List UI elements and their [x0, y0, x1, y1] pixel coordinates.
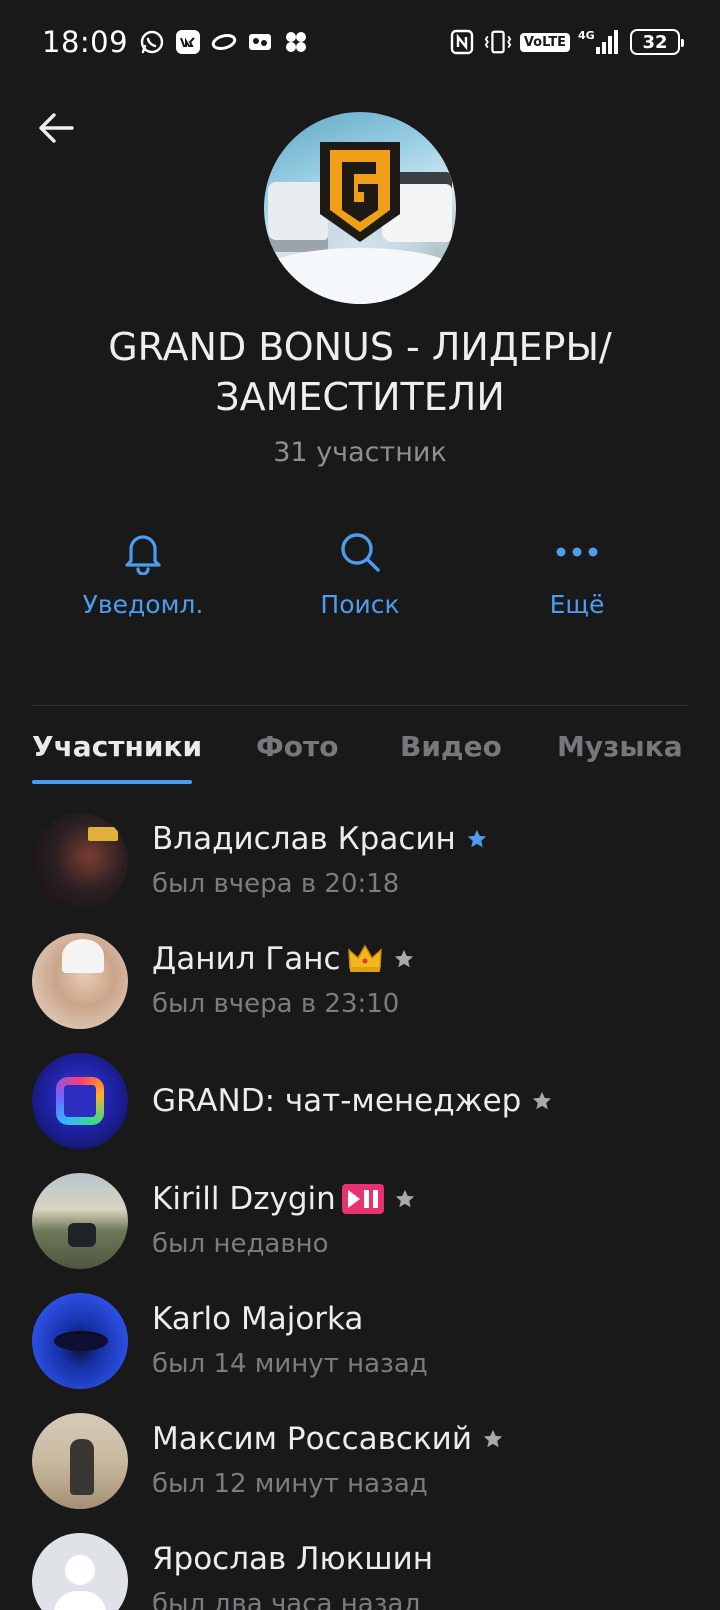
- member-name-text: Данил Ганс: [152, 941, 341, 977]
- admin-star-icon: [394, 1188, 416, 1210]
- member-name: Владислав Красин: [152, 821, 488, 857]
- member-name: Karlo Majorka: [152, 1301, 363, 1337]
- status-time: 18:09: [42, 25, 129, 59]
- member-status: был вчера в 23:10: [152, 989, 400, 1019]
- action-bar: Уведомл. Поиск Ещё: [0, 524, 720, 634]
- list-item[interactable]: Максим Россавский был 12 минут назад: [0, 1413, 720, 1523]
- avatar-snow: [264, 248, 456, 304]
- photo-app-icon: [246, 28, 274, 56]
- member-status: был 14 минут назад: [152, 1349, 428, 1379]
- member-status: был недавно: [152, 1229, 329, 1259]
- vk-icon: [174, 28, 202, 56]
- member-name: GRAND: чат-менеджер: [152, 1083, 553, 1119]
- status-bar: 18:09 VoLTE 4G 32: [0, 0, 720, 84]
- admin-star-icon: [531, 1090, 553, 1112]
- tab-music[interactable]: Музыка: [557, 730, 683, 763]
- avatar: [32, 933, 128, 1029]
- status-system-icons: VoLTE 4G 32: [448, 28, 684, 56]
- member-name-text: Ярослав Люкшин: [152, 1541, 434, 1577]
- grand-logo-icon: [320, 142, 400, 242]
- member-name-text: Karlo Majorka: [152, 1301, 364, 1337]
- battery-level: 32: [642, 31, 668, 53]
- signal-icon: 4G: [578, 28, 622, 56]
- avatar: [32, 1293, 128, 1389]
- tab-photo[interactable]: Фото: [256, 730, 338, 763]
- notifications-label: Уведомл.: [82, 590, 204, 619]
- back-button[interactable]: [34, 106, 78, 150]
- tab-video[interactable]: Видео: [400, 730, 502, 763]
- member-name: Kirill Dzygin: [152, 1181, 416, 1217]
- search-label: Поиск: [320, 590, 400, 619]
- admin-star-icon: [482, 1428, 504, 1450]
- more-button[interactable]: Ещё: [477, 524, 677, 619]
- svg-text:4G: 4G: [578, 29, 595, 42]
- member-status: был вчера в 20:18: [152, 869, 400, 899]
- tab-members[interactable]: Участники: [32, 730, 202, 763]
- list-item[interactable]: Владислав Красин был вчера в 20:18: [0, 813, 720, 923]
- divider: [32, 705, 688, 706]
- group-avatar[interactable]: [264, 112, 456, 304]
- avatar-placeholder: [32, 1533, 128, 1610]
- whatsapp-icon: [138, 28, 166, 56]
- vibrate-icon: [484, 28, 512, 56]
- nfc-icon: [448, 28, 476, 56]
- list-item[interactable]: Данил Ганс был вчера в 23:10: [0, 933, 720, 1043]
- admin-star-icon: [466, 828, 488, 850]
- avatar: [32, 1173, 128, 1269]
- members-count: 31 участник: [273, 437, 447, 468]
- arrow-left-icon: [39, 113, 74, 143]
- member-name: Ярослав Люкшин: [152, 1541, 433, 1577]
- search-button[interactable]: Поиск: [260, 524, 460, 619]
- member-name-text: Kirill Dzygin: [152, 1181, 336, 1217]
- member-name-text: GRAND: чат-менеджер: [152, 1083, 522, 1119]
- list-item[interactable]: Karlo Majorka был 14 минут назад: [0, 1293, 720, 1403]
- bell-icon: [43, 524, 243, 580]
- tab-bar: Участники Фото Видео Музыка: [0, 730, 720, 784]
- member-status: был два часа назад: [152, 1589, 422, 1610]
- tab-indicator: [32, 780, 192, 784]
- member-name: Максим Россавский: [152, 1421, 504, 1457]
- avatar: [32, 1413, 128, 1509]
- admin-star-icon: [393, 948, 415, 970]
- search-icon: [260, 524, 460, 580]
- play-pause-emoji-icon: [341, 1184, 384, 1214]
- member-status: был 12 минут назад: [152, 1469, 428, 1499]
- battery-indicator: 32: [630, 29, 684, 55]
- notifications-button[interactable]: Уведомл.: [43, 524, 243, 619]
- list-item[interactable]: Ярослав Люкшин был два часа назад: [0, 1533, 720, 1610]
- crown-emoji-icon: [347, 944, 383, 974]
- clover-icon: [282, 28, 310, 56]
- status-app-icons: [138, 28, 310, 56]
- more-icon: [477, 524, 677, 580]
- member-name: Данил Ганс: [152, 941, 415, 977]
- group-title: GRAND BONUS - ЛИДЕРЫ/ ЗАМЕСТИТЕЛИ: [108, 325, 612, 419]
- member-name-text: Владислав Красин: [152, 821, 456, 857]
- member-name-text: Максим Россавский: [152, 1421, 472, 1457]
- volte-badge: VoLTE: [519, 32, 570, 52]
- ring-icon: [210, 28, 238, 56]
- avatar: [32, 813, 128, 909]
- list-item[interactable]: GRAND: чат-менеджер: [0, 1053, 720, 1163]
- avatar: [32, 1053, 128, 1149]
- more-label: Ещё: [549, 590, 605, 619]
- list-item[interactable]: Kirill Dzygin был недавно: [0, 1173, 720, 1283]
